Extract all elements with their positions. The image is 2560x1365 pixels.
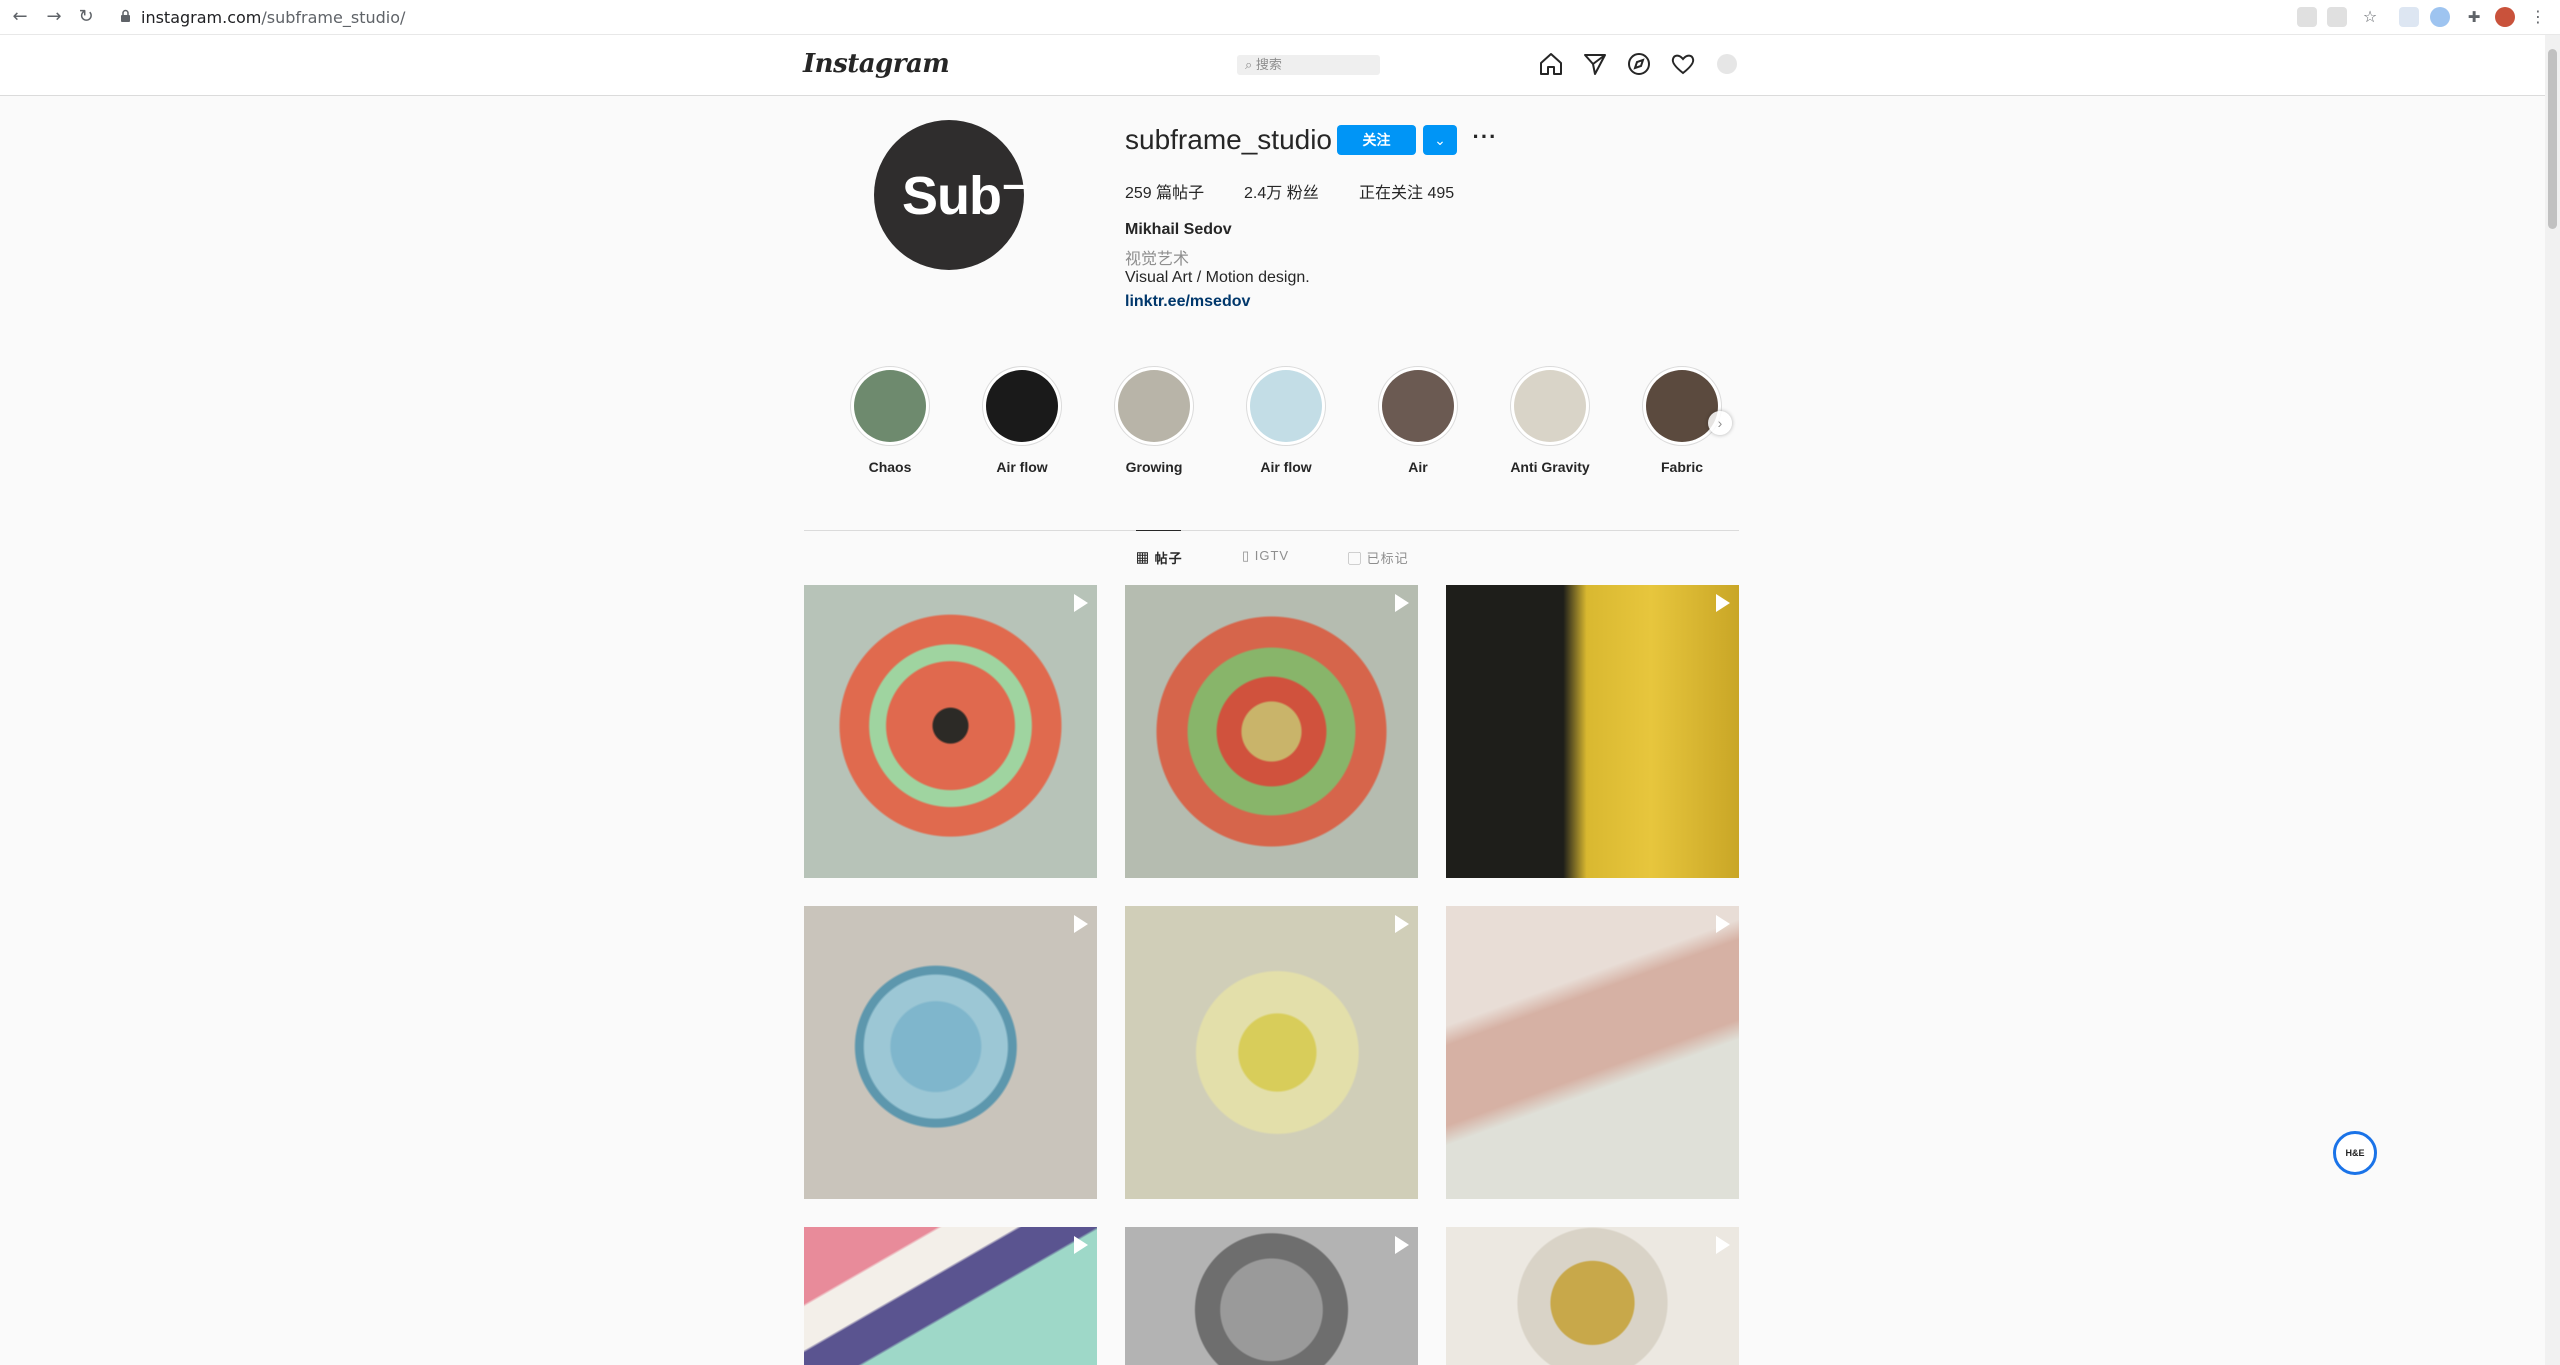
eye-off-icon[interactable] (2327, 7, 2347, 27)
url-path: /subframe_studio/ (261, 8, 406, 27)
post-thumbnail[interactable] (804, 1227, 1097, 1365)
suggested-dropdown-button[interactable]: ⌄ (1423, 125, 1457, 155)
tab-posts[interactable]: ▦ 帖子 (1136, 548, 1183, 567)
highlight-ring (1642, 366, 1722, 446)
highlight-item[interactable]: Chaos (835, 366, 945, 475)
highlight-cover (1514, 370, 1586, 442)
highlight-cover (1118, 370, 1190, 442)
explore-icon[interactable] (1626, 51, 1652, 77)
tab-igtv[interactable]: ▯ IGTV (1242, 548, 1289, 564)
lock-icon (121, 9, 130, 22)
highlight-item[interactable]: Anti Gravity (1495, 366, 1605, 475)
highlight-item[interactable]: Air (1363, 366, 1473, 475)
forward-icon[interactable]: → (44, 7, 64, 27)
extension-globe-icon[interactable] (2430, 7, 2450, 27)
post-thumbnail[interactable] (1446, 585, 1739, 878)
highlight-item[interactable]: Air flow (1231, 366, 1341, 475)
video-play-icon (1395, 594, 1409, 612)
chevron-right-icon[interactable]: › (1708, 411, 1732, 435)
back-icon[interactable]: ← (10, 7, 30, 27)
video-play-icon (1395, 1236, 1409, 1254)
highlight-ring (1114, 366, 1194, 446)
extension-icon[interactable] (2399, 7, 2419, 27)
followers-count[interactable]: 2.4万 粉丝 (1244, 179, 1319, 203)
search-placeholder: 搜索 (1255, 57, 1282, 72)
heart-icon[interactable] (1670, 51, 1696, 77)
post-thumbnail[interactable] (1125, 585, 1418, 878)
highlight-cover (1382, 370, 1454, 442)
url-host: instagram.com (141, 8, 262, 27)
post-thumbnail[interactable] (1446, 1227, 1739, 1365)
video-play-icon (1074, 1236, 1088, 1254)
highlight-label: Air flow (1260, 459, 1312, 475)
direct-message-icon[interactable] (1582, 51, 1608, 77)
video-play-icon (1074, 594, 1088, 612)
floating-extension-badge[interactable]: H&E (2333, 1131, 2377, 1175)
active-tab-indicator (1136, 530, 1181, 531)
video-play-icon (1074, 915, 1088, 933)
posts-count: 259 篇帖子 (1125, 185, 1205, 202)
highlight-ring (982, 366, 1062, 446)
igtv-icon: ▯ (1242, 548, 1255, 563)
highlight-item[interactable]: Growing (1099, 366, 1209, 475)
tag-icon: ▢ (1348, 551, 1367, 566)
highlight-ring (1510, 366, 1590, 446)
profile-avatar[interactable]: Sub⁻ (874, 120, 1029, 270)
home-icon[interactable] (1538, 51, 1564, 77)
address-bar[interactable]: instagram.com/subframe_studio/ (141, 8, 405, 27)
page-scrollbar[interactable] (2545, 35, 2560, 1365)
profile-link[interactable]: linktr.ee/msedov (1125, 293, 1250, 311)
star-icon[interactable]: ☆ (2360, 7, 2380, 27)
puzzle-icon[interactable]: ✚ (2464, 7, 2484, 27)
highlight-cover (854, 370, 926, 442)
tabs-divider (804, 530, 1739, 531)
profile-bio: Visual Art / Motion design. (1125, 269, 1310, 286)
highlight-label: Growing (1125, 459, 1183, 475)
translate-icon[interactable] (2297, 7, 2317, 27)
reload-icon[interactable]: ↻ (76, 7, 96, 27)
highlight-label: Air flow (996, 459, 1048, 475)
user-avatar-icon[interactable] (1714, 51, 1740, 77)
profile-username: subframe_studio (1125, 124, 1333, 155)
browser-toolbar: ← → ↻ instagram.com/subframe_studio/ ☆ ✚… (0, 0, 2560, 35)
instagram-header: Instagram ⌕ 搜索 (0, 35, 2545, 96)
post-thumbnail[interactable] (804, 585, 1097, 878)
highlight-ring (1378, 366, 1458, 446)
menu-icon[interactable]: ⋮ (2528, 7, 2548, 27)
more-options-button[interactable]: ··· (1470, 126, 1500, 154)
profile-avatar-icon[interactable] (2495, 7, 2515, 27)
tab-igtv-label: IGTV (1254, 548, 1290, 563)
instagram-logo[interactable]: Instagram (803, 49, 950, 79)
highlight-label: Anti Gravity (1510, 459, 1590, 475)
video-play-icon (1716, 1236, 1730, 1254)
highlight-cover (986, 370, 1058, 442)
profile-full-name: Mikhail Sedov (1125, 221, 1232, 238)
grid-icon: ▦ (1136, 551, 1155, 566)
search-input[interactable]: ⌕ 搜索 (1237, 55, 1380, 75)
highlight-item[interactable]: Air flow (967, 366, 1077, 475)
post-thumbnail[interactable] (1446, 906, 1739, 1199)
highlight-cover (1250, 370, 1322, 442)
highlight-ring (1246, 366, 1326, 446)
following-count[interactable]: 正在关注 495 (1359, 179, 1454, 203)
tab-tagged-label: 已标记 (1366, 551, 1409, 566)
tab-posts-label: 帖子 (1154, 551, 1183, 566)
profile-category: 视觉艺术 (1125, 251, 1190, 268)
highlight-cover (1646, 370, 1718, 442)
video-play-icon (1716, 915, 1730, 933)
scrollbar-thumb[interactable] (2548, 49, 2557, 229)
avatar-text: Sub⁻ (902, 166, 1029, 226)
post-thumbnail[interactable] (1125, 906, 1418, 1199)
highlight-ring (850, 366, 930, 446)
highlight-label: Air (1408, 459, 1428, 475)
follow-button[interactable]: 关注 (1337, 125, 1416, 155)
post-thumbnail[interactable] (804, 906, 1097, 1199)
video-play-icon (1395, 915, 1409, 933)
video-play-icon (1716, 594, 1730, 612)
highlight-label: Chaos (868, 459, 912, 475)
post-thumbnail[interactable] (1125, 1227, 1418, 1365)
highlight-label: Fabric (1660, 459, 1703, 475)
tab-tagged[interactable]: ▢ 已标记 (1348, 548, 1409, 567)
